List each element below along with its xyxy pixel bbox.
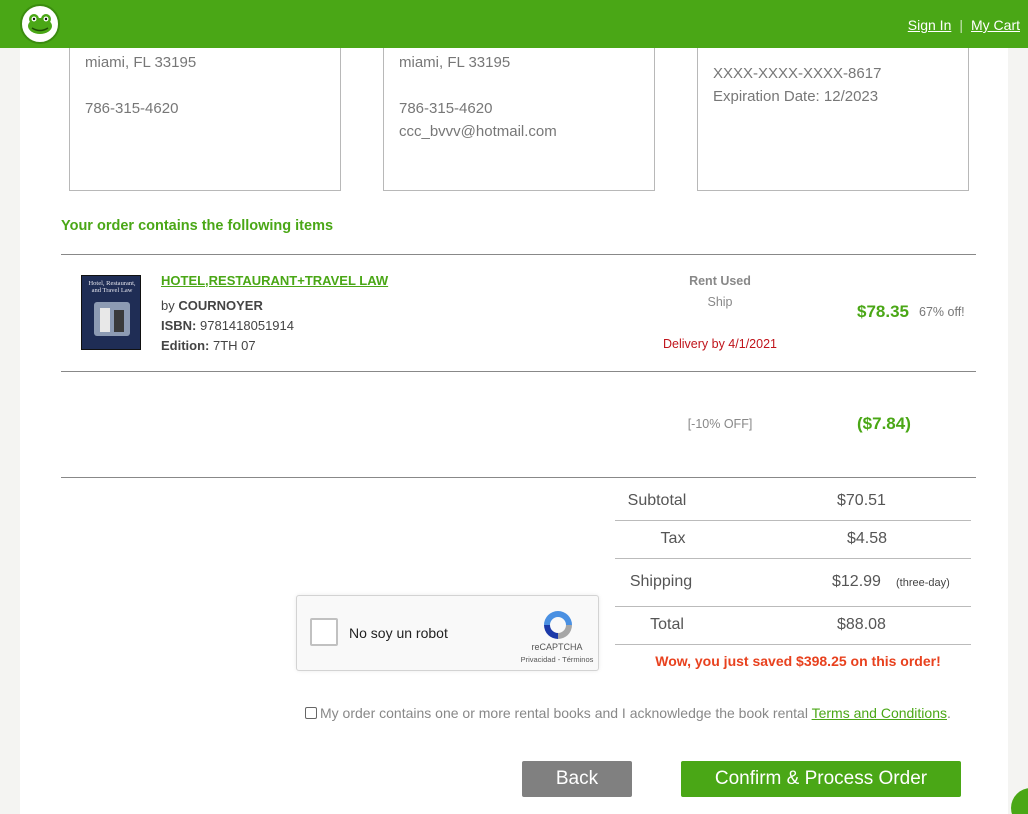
tax-label: Tax — [660, 530, 686, 547]
book-author: by COURNOYER — [161, 298, 263, 313]
shipping-value: $12.99 — [832, 573, 881, 590]
rental-terms-checkbox[interactable] — [305, 707, 317, 719]
coupon-discount-value: ($7.84) — [857, 414, 911, 433]
cover-figure — [114, 310, 124, 332]
confirm-process-order-button[interactable]: Confirm & Process Order — [681, 761, 961, 797]
acknowledgement-text: My order contains one or more rental boo… — [320, 705, 812, 721]
billing-address-box: miami, FL 33195 786-315-4620 — [69, 48, 341, 191]
recaptcha-brand: reCAPTCHA — [531, 642, 583, 652]
divider — [61, 254, 976, 255]
delivery-date: Delivery by 4/1/2021 — [663, 337, 777, 351]
recaptcha-links[interactable]: Privacidad - Términos — [497, 655, 617, 664]
book-edition: Edition: 7TH 07 — [161, 338, 256, 353]
subtotal-label: Subtotal — [627, 492, 687, 509]
billing-city-line: miami, FL 33195 — [85, 54, 197, 71]
card-expiration: Expiration Date: 12/2023 — [713, 88, 879, 105]
account-links: Sign In | My Cart — [908, 17, 1020, 33]
divider — [61, 477, 976, 478]
frog-logo-icon[interactable] — [20, 4, 60, 44]
payment-info-box: XXXX-XXXX-XXXX-8617 Expiration Date: 12/… — [697, 48, 969, 191]
chat-bubble-icon[interactable] — [1011, 788, 1028, 814]
my-cart-link[interactable]: My Cart — [971, 17, 1020, 33]
divider — [615, 558, 971, 559]
sign-in-link[interactable]: Sign In — [908, 17, 952, 33]
recaptcha-label: No soy un robot — [349, 625, 448, 641]
recaptcha-checkbox[interactable] — [310, 618, 338, 646]
savings-message: Wow, you just saved $398.25 on this orde… — [655, 653, 941, 669]
order-review-page: miami, FL 33195 786-315-4620 miami, FL 3… — [20, 48, 1008, 814]
shipping-address-box: miami, FL 33195 786-315-4620 ccc_bvvv@ho… — [383, 48, 655, 191]
author-name: COURNOYER — [178, 298, 263, 313]
terms-and-conditions-link[interactable]: Terms and Conditions — [812, 705, 947, 721]
recaptcha-widget: No soy un robot reCAPTCHA Privacidad - T… — [296, 595, 599, 671]
back-button[interactable]: Back — [522, 761, 632, 797]
book-cover-image[interactable]: Hotel, Restaurant, and Travel Law — [81, 275, 141, 350]
shipping-email: ccc_bvvv@hotmail.com — [399, 123, 557, 140]
tax-value: $4.58 — [847, 530, 888, 547]
book-isbn: ISBN: 9781418051914 — [161, 318, 294, 333]
item-price: $78.35 — [857, 302, 909, 321]
subtotal-value: $70.51 — [837, 492, 886, 509]
order-items-heading: Your order contains the following items — [61, 218, 334, 234]
book-cover-title: Hotel, Restaurant, and Travel Law — [88, 280, 136, 294]
shipping-method: Ship — [707, 295, 733, 309]
card-number: XXXX-XXXX-XXXX-8617 — [713, 65, 882, 82]
shipping-phone: 786-315-4620 — [399, 100, 493, 117]
nav-separator: | — [959, 17, 963, 33]
divider — [61, 371, 976, 372]
recaptcha-logo-icon — [541, 608, 575, 642]
discount-percent: 67% off! — [919, 305, 965, 319]
total-value: $88.08 — [837, 616, 886, 633]
billing-phone: 786-315-4620 — [85, 100, 179, 117]
shipping-city-line: miami, FL 33195 — [399, 54, 511, 71]
top-nav-bar: Sign In | My Cart — [0, 0, 1028, 48]
divider — [615, 644, 971, 645]
divider — [615, 520, 971, 521]
shipping-label: Shipping — [629, 573, 693, 590]
total-label: Total — [650, 616, 684, 633]
rental-acknowledgement: My order contains one or more rental boo… — [305, 705, 951, 721]
coupon-discount-label: [-10% OFF] — [687, 417, 753, 431]
shipping-note: (three-day) — [896, 577, 950, 589]
book-title-link[interactable]: HOTEL,RESTAURANT+TRAVEL LAW — [161, 273, 388, 288]
rental-type: Rent Used — [689, 274, 751, 288]
divider — [615, 606, 971, 607]
cover-figure — [100, 308, 110, 332]
